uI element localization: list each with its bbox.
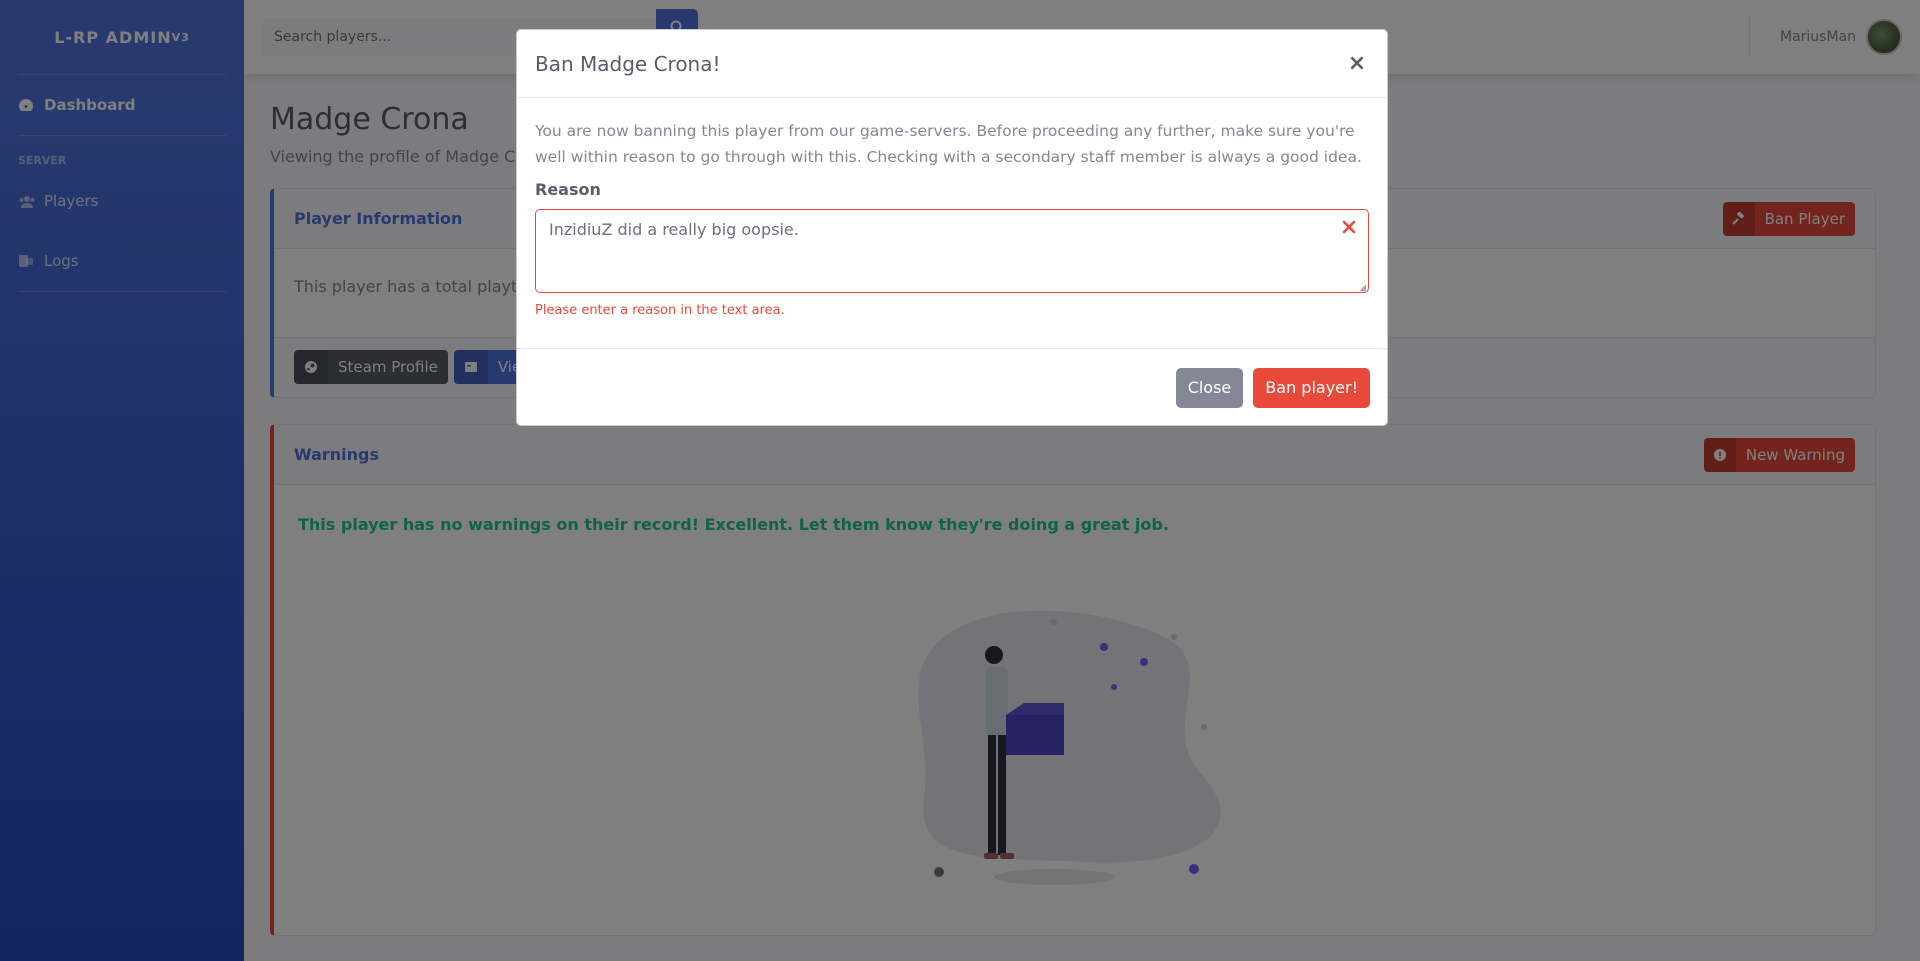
- validation-error: Please enter a reason in the text area.: [535, 303, 785, 318]
- modal-footer: Close Ban player!: [517, 348, 1387, 426]
- reason-textarea[interactable]: InzidiuZ did a really big oopsie.: [535, 209, 1369, 293]
- reason-field-wrapper: InzidiuZ did a really big oopsie. ◢: [535, 209, 1369, 297]
- close-button[interactable]: Close: [1175, 367, 1244, 408]
- modal-body: You are now banning this player from our…: [517, 98, 1387, 348]
- reason-label: Reason: [535, 180, 601, 199]
- modal-header: Ban Madge Crona! ×: [517, 30, 1387, 98]
- resize-handle-icon[interactable]: ◢: [1359, 283, 1366, 293]
- modal-description: You are now banning this player from our…: [535, 122, 1362, 166]
- close-icon[interactable]: ×: [1345, 51, 1369, 76]
- invalid-x-icon: [1341, 219, 1357, 235]
- confirm-ban-button[interactable]: Ban player!: [1253, 367, 1370, 408]
- ban-modal: Ban Madge Crona! × You are now banning t…: [516, 29, 1388, 426]
- modal-title: Ban Madge Crona!: [535, 51, 721, 76]
